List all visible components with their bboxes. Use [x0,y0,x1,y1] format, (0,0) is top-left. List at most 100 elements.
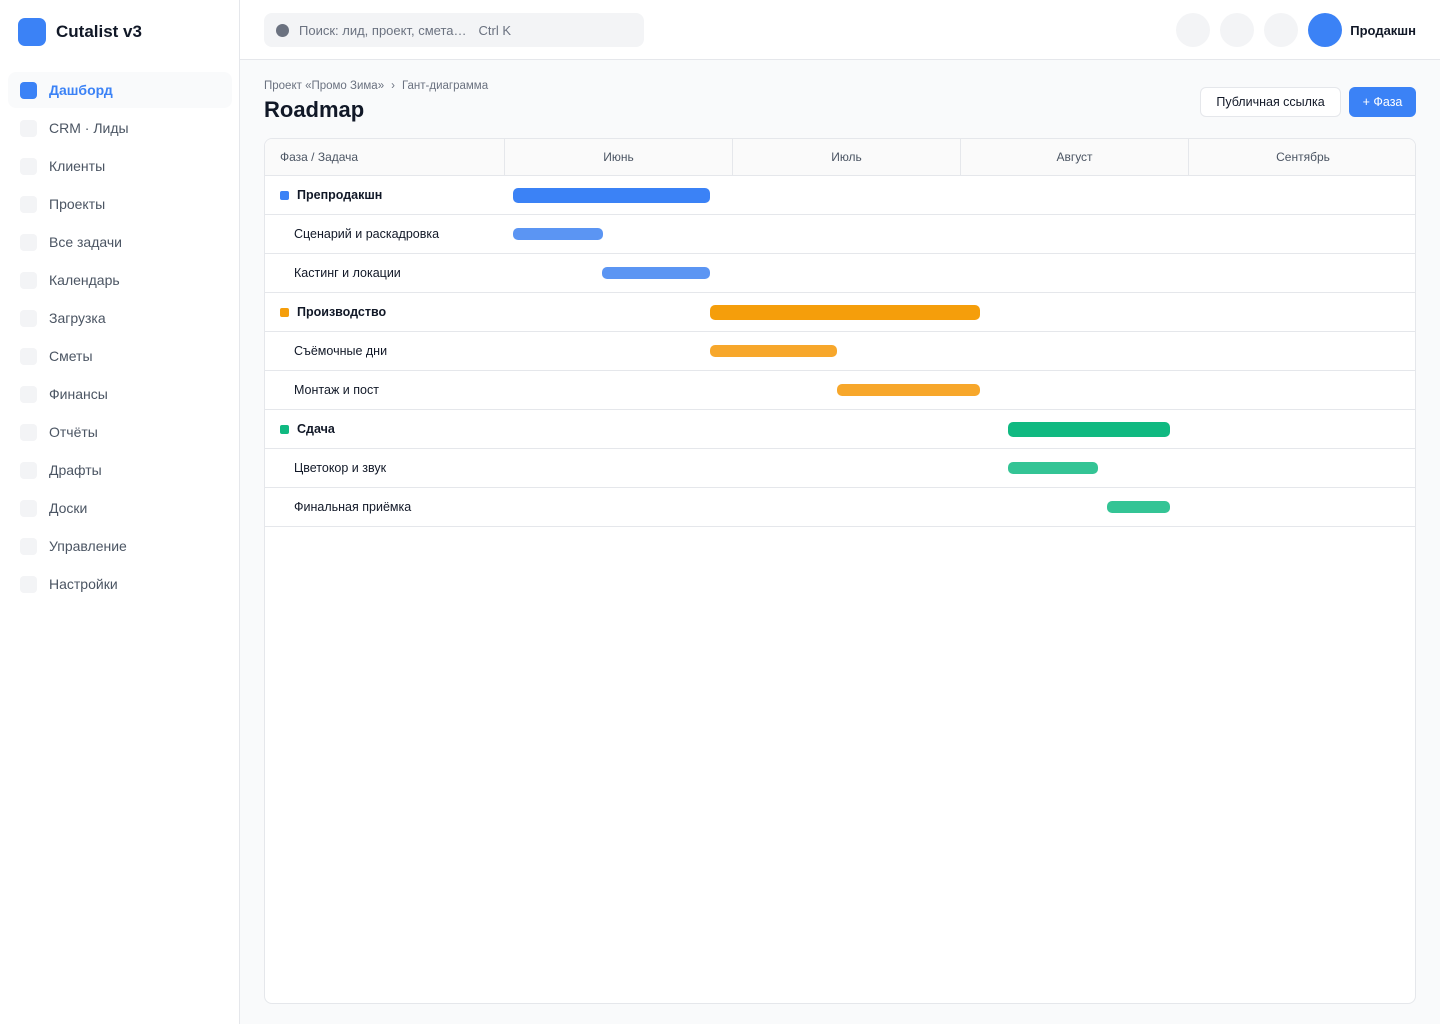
theme-toggle-icon[interactable] [1264,13,1299,47]
sidebar-item[interactable]: Управление [8,528,232,564]
sidebar-item-label: Доски [49,500,88,516]
avatar[interactable] [1308,13,1343,47]
page-title: Roadmap [264,97,365,122]
search-input[interactable]: Поиск: лид, проект, смета… Ctrl K [264,13,644,47]
nav-item-icon [20,309,37,327]
sidebar-item[interactable]: Дашборд [8,72,232,108]
gantt-task-row[interactable]: Кастинг и локации [265,254,1415,293]
gantt-chart: Фаза / Задача Июнь Июль Август Сентябрь Пре… [264,138,1416,1004]
breadcrumb: Проект «Промо Зима» › Гант-диаграмма [264,80,488,92]
sidebar-item-label: CRM · Лиды [49,120,129,136]
task-label: Монтаж и пост [265,371,379,409]
workspace-name[interactable]: Продакшн [1350,23,1416,38]
phase-bar[interactable] [512,188,711,203]
brand[interactable]: Cutalist v3 [18,18,142,46]
gantt-phase-row[interactable]: Сдача [265,410,1415,449]
nav-item-icon [20,499,37,517]
task-name: Цветокор и звук [294,461,387,475]
task-name: Финальная приёмка [294,500,412,514]
task-bar[interactable] [601,267,711,279]
sidebar-item-label: Отчёты [49,424,98,440]
task-bar[interactable] [1106,501,1170,513]
month-header: Сентябрь [1276,150,1330,164]
sidebar-item[interactable]: CRM · Лиды [8,110,232,146]
sidebar-item-label: Дашборд [49,82,113,98]
app-logo-icon [18,18,46,46]
task-name: Сценарий и раскадровка [294,227,440,241]
phase-bar[interactable] [710,305,981,320]
sidebar-item[interactable]: Отчёты [8,414,232,450]
task-name: Кастинг и локации [294,266,401,280]
nav-item-icon [20,271,37,289]
month-header: Июнь [505,139,733,175]
gantt-task-row[interactable]: Монтаж и пост [265,371,1415,410]
sidebar-item-label: Управление [49,538,127,554]
sidebar-item[interactable]: Клиенты [8,148,232,184]
notifications-icon[interactable] [1176,13,1211,47]
phase-label: Производство [265,293,386,331]
gantt-phase-row[interactable]: Препродакшн [265,176,1415,215]
sidebar-item[interactable]: Все задачи [8,224,232,260]
public-link-button[interactable]: Публичная ссылка [1200,87,1341,117]
sidebar-item-label: Сметы [49,348,93,364]
gantt-task-row[interactable]: Цветокор и звук [265,449,1415,488]
task-label: Съёмочные дни [265,332,387,370]
sidebar-item[interactable]: Настройки [8,566,232,602]
nav-item-icon [20,461,37,479]
nav-item-icon [20,575,37,593]
sidebar-item[interactable]: Загрузка [8,300,232,336]
sidebar-item[interactable]: Драфты [8,452,232,488]
sidebar-item-label: Настройки [49,576,118,592]
sidebar-item[interactable]: Финансы [8,376,232,412]
task-label: Цветокор и звук [265,449,386,487]
nav-item-icon [20,119,37,137]
nav-item-icon [20,537,37,555]
search-icon [276,23,289,37]
search-shortcut-hint: Ctrl K [478,22,511,38]
nav-item-icon [20,423,37,441]
phase-name: Производство [297,305,387,319]
gantt-task-row[interactable]: Сценарий и раскадровка [265,215,1415,254]
app-name: Cutalist v3 [56,22,142,41]
sidebar-item-label: Клиенты [49,158,106,174]
breadcrumb-project[interactable]: Проект «Промо Зима» [264,80,384,92]
search-placeholder: Поиск: лид, проект, смета… [299,22,467,38]
phase-name: Препродакшн [297,188,383,202]
task-column-header: Фаза / Задача [265,139,505,175]
nav-item-icon [20,385,37,403]
breadcrumb-current: Гант-диаграмма [401,80,489,92]
gantt-phase-row[interactable]: Производство [265,293,1415,332]
sidebar-item-label: Все задачи [49,234,122,250]
phase-color-icon [280,424,289,434]
sidebar-item-label: Проекты [49,196,106,212]
nav-item-icon [20,347,37,365]
task-bar[interactable] [710,345,837,357]
gantt-task-row[interactable]: Финальная приёмка [265,488,1415,527]
task-bar[interactable] [512,228,604,240]
phase-name: Сдача [297,422,335,436]
task-name: Съёмочные дни [294,344,388,358]
task-bar[interactable] [836,384,981,396]
nav-item-icon [20,81,37,99]
gantt-task-row[interactable]: Съёмочные дни [265,332,1415,371]
sidebar-item[interactable]: Доски [8,490,232,526]
task-bar[interactable] [1007,462,1098,474]
phase-bar[interactable] [1007,422,1170,437]
breadcrumb-separator: › [391,80,395,92]
sidebar-item-label: Календарь [49,272,120,288]
task-label: Кастинг и локации [265,254,401,292]
add-phase-button[interactable]: + Фаза [1349,87,1416,117]
help-icon[interactable] [1220,13,1255,47]
gantt-header: Фаза / Задача Июнь Июль Август Сентябрь [265,139,1415,176]
sidebar-item-label: Драфты [49,462,102,478]
sidebar-item[interactable]: Проекты [8,186,232,222]
sidebar: Cutalist v3 Дашборд CRM · Лиды Клиенты Прое… [0,0,240,1024]
nav-item-icon [20,195,37,213]
sidebar-item[interactable]: Сметы [8,338,232,374]
gantt-body: Препродакшн Сценарий и раскадровка Кастинг… [265,176,1415,527]
topbar-actions: Продакшн [1176,13,1416,47]
month-header: Август [961,139,1189,175]
task-name: Монтаж и пост [294,383,379,397]
sidebar-item[interactable]: Календарь [8,262,232,298]
task-label: Сценарий и раскадровка [265,215,439,253]
